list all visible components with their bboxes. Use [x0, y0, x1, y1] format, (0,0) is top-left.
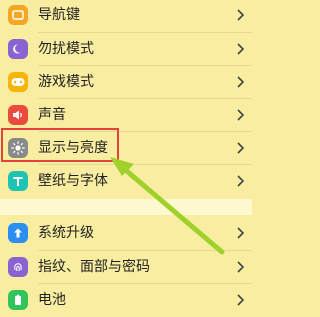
moon-icon	[8, 39, 28, 59]
gamepad-icon	[8, 72, 28, 92]
settings-item-label: 壁纸与字体	[38, 173, 108, 189]
chevron-right-icon	[237, 109, 244, 121]
text-t-icon	[8, 171, 28, 191]
settings-item-label: 显示与亮度	[38, 140, 108, 156]
settings-item-navigation-keys[interactable]: 导航键	[0, 0, 252, 32]
settings-item-wallpaper-font[interactable]: 壁纸与字体	[0, 164, 252, 198]
chevron-right-icon	[237, 76, 244, 88]
settings-item-label: 游戏模式	[38, 74, 94, 90]
settings-item-game-mode[interactable]: 游戏模式	[0, 65, 252, 99]
sun-icon	[8, 138, 28, 158]
settings-item-label: 勿扰模式	[38, 41, 94, 57]
settings-item-label: 指纹、面部与密码	[38, 259, 150, 275]
chevron-right-icon	[237, 142, 244, 154]
settings-item-label: 导航键	[38, 7, 80, 23]
settings-item-sound[interactable]: 声音	[0, 98, 252, 132]
settings-item-display-brightness[interactable]: 显示与亮度	[0, 131, 252, 165]
settings-item-label: 电池	[38, 292, 66, 308]
settings-item-label: 声音	[38, 107, 66, 123]
chevron-right-icon	[237, 227, 244, 239]
speaker-icon	[8, 105, 28, 125]
settings-item-fingerprint-face-password[interactable]: 指纹、面部与密码	[0, 250, 252, 284]
chevron-right-icon	[237, 294, 244, 306]
section-gap	[0, 199, 252, 215]
chevron-right-icon	[237, 9, 244, 21]
battery-icon	[8, 290, 28, 310]
chevron-right-icon	[237, 43, 244, 55]
chevron-right-icon	[237, 175, 244, 187]
settings-item-system-update[interactable]: 系统升级	[0, 216, 252, 250]
settings-item-do-not-disturb[interactable]: 勿扰模式	[0, 32, 252, 66]
fingerprint-icon	[8, 257, 28, 277]
navigation-keys-icon	[8, 5, 28, 25]
update-icon	[8, 223, 28, 243]
chevron-right-icon	[237, 261, 244, 273]
settings-item-battery[interactable]: 电池	[0, 283, 252, 317]
settings-item-label: 系统升级	[38, 225, 94, 241]
